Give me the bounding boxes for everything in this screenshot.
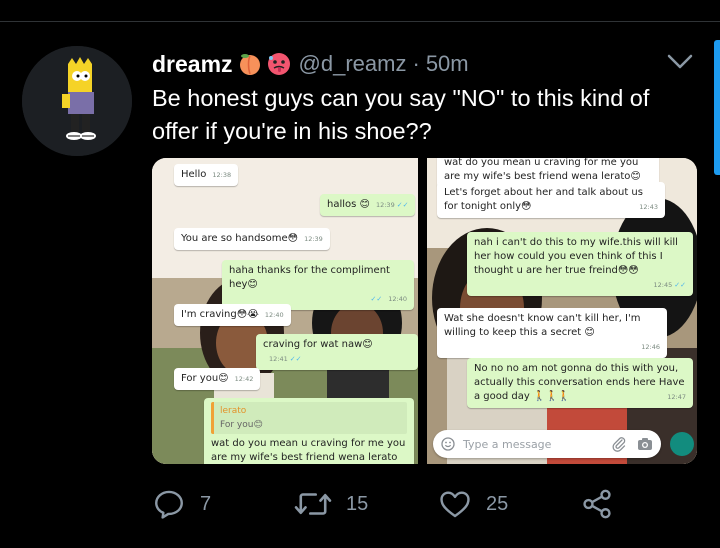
message-time: 12:40 [388, 295, 407, 303]
message-text: Let's forget about her and talk about us… [444, 187, 643, 212]
tweet-text: Be honest guys can you say "NO" to this … [152, 85, 650, 144]
message-text: wat do you mean u craving for me you are… [444, 158, 641, 182]
message-time: 12:41 [269, 355, 288, 363]
quoted-message: lerato For you😊 [211, 402, 407, 434]
message-time: 12:47 [667, 393, 686, 401]
message-text: haha thanks for the compliment hey😊 [229, 265, 390, 290]
message-input-placeholder[interactable]: Type a message [463, 438, 611, 451]
chat-screenshot-right[interactable]: wat do you mean u craving for me you are… [427, 158, 697, 464]
message-text: craving for wat naw😊 [263, 339, 373, 350]
message-text: nah i can't do this to my wife.this will… [474, 237, 678, 276]
message-text: You are so handsome😳 [181, 233, 299, 244]
message-bubble-incoming: For you😊 12:42 [174, 368, 261, 390]
like-button[interactable]: 25 [438, 484, 508, 524]
quoted-text: For you😊 [220, 420, 263, 430]
message-bubble-incoming: I'm craving😳😭 12:40 [174, 304, 291, 326]
message-bubble-incoming: Let's forget about her and talk about us… [437, 182, 665, 218]
like-count: 25 [486, 492, 509, 515]
tweet-timestamp[interactable]: 50m [426, 51, 469, 77]
message-text: Hello [181, 169, 207, 180]
reply-count: 7 [200, 492, 212, 515]
message-bubble-incoming: Hello 12:38 [174, 164, 239, 186]
message-text: hallos 😊 [327, 199, 370, 210]
message-bubble-outgoing: haha thanks for the compliment hey😊 12:40… [222, 260, 414, 310]
scroll-indicator[interactable] [714, 40, 720, 175]
read-ticks-icon: ✓✓ [289, 355, 302, 363]
message-time: 12:38 [212, 171, 232, 179]
message-bubble-incoming: Wat she doesn't know can't kill her, I'm… [437, 308, 667, 358]
reply-button[interactable]: 7 [152, 484, 211, 524]
separator-dot: · [412, 51, 420, 76]
message-time: 12:39 [304, 235, 323, 243]
message-text: For you😊 [181, 373, 229, 384]
chat-screenshot-left[interactable]: Hello 12:38 hallos 😊 12:39 ✓✓ You are so ha… [152, 158, 418, 464]
display-name[interactable]: dreamz [152, 51, 233, 78]
tweet-header: dreamz @d_reamz · 50m [152, 48, 469, 80]
voice-record-button[interactable] [670, 432, 694, 456]
tweet-media[interactable]: Hello 12:38 hallos 😊 12:39 ✓✓ You are so ha… [152, 158, 697, 464]
user-handle[interactable]: @d_reamz [299, 51, 407, 77]
hot-face-emoji-icon [267, 53, 290, 75]
message-bubble-outgoing-reply: lerato For you😊 wat do you mean u cravin… [204, 398, 414, 464]
retweet-button[interactable]: 15 [294, 484, 368, 524]
tweet-actions: 7 15 25 [152, 484, 622, 524]
message-time: 12:40 [264, 311, 284, 319]
message-text: wat do you mean u craving for me you are… [211, 438, 406, 463]
quoted-sender: lerato [220, 406, 247, 416]
message-time: 12:45 [653, 281, 673, 289]
reply-icon [155, 490, 183, 519]
share-icon [583, 489, 611, 519]
peach-emoji-icon [239, 54, 260, 75]
retweet-icon [294, 493, 332, 515]
heart-icon [440, 491, 470, 518]
message-bubble-incoming: You are so handsome😳 12:39 [174, 228, 330, 250]
avatar[interactable] [22, 46, 132, 156]
message-time: 12:46 [641, 343, 660, 351]
retweet-count: 15 [346, 492, 369, 515]
avatar-cartoon-image [22, 46, 132, 156]
share-button[interactable] [580, 484, 614, 524]
message-composer[interactable]: Type a message [433, 430, 661, 458]
paperclip-icon[interactable] [611, 436, 627, 452]
message-bubble-outgoing: No no no am not gonna do this with you, … [467, 358, 693, 408]
read-ticks-icon: ✓✓ [370, 295, 383, 303]
chevron-down-icon[interactable] [664, 50, 696, 72]
message-bubble-outgoing: hallos 😊 12:39 ✓✓ [320, 194, 416, 216]
message-bubble-outgoing: craving for wat naw😊 12:41 ✓✓ [256, 334, 418, 370]
read-ticks-icon: ✓✓ [396, 201, 409, 209]
top-divider [0, 21, 720, 22]
message-text: No no no am not gonna do this with you, … [474, 363, 685, 402]
read-ticks-icon: ✓✓ [674, 281, 686, 289]
message-text: Wat she doesn't know can't kill her, I'm… [444, 313, 641, 338]
emoji-smiley-icon[interactable] [441, 437, 455, 451]
message-bubble-outgoing: nah i can't do this to my wife.this will… [467, 232, 693, 296]
camera-icon[interactable] [637, 437, 653, 451]
message-time: 12:42 [234, 375, 254, 383]
message-time: 12:39 [375, 201, 395, 209]
message-time: 12:43 [639, 203, 658, 211]
message-text: I'm craving😳😭 [181, 309, 259, 320]
